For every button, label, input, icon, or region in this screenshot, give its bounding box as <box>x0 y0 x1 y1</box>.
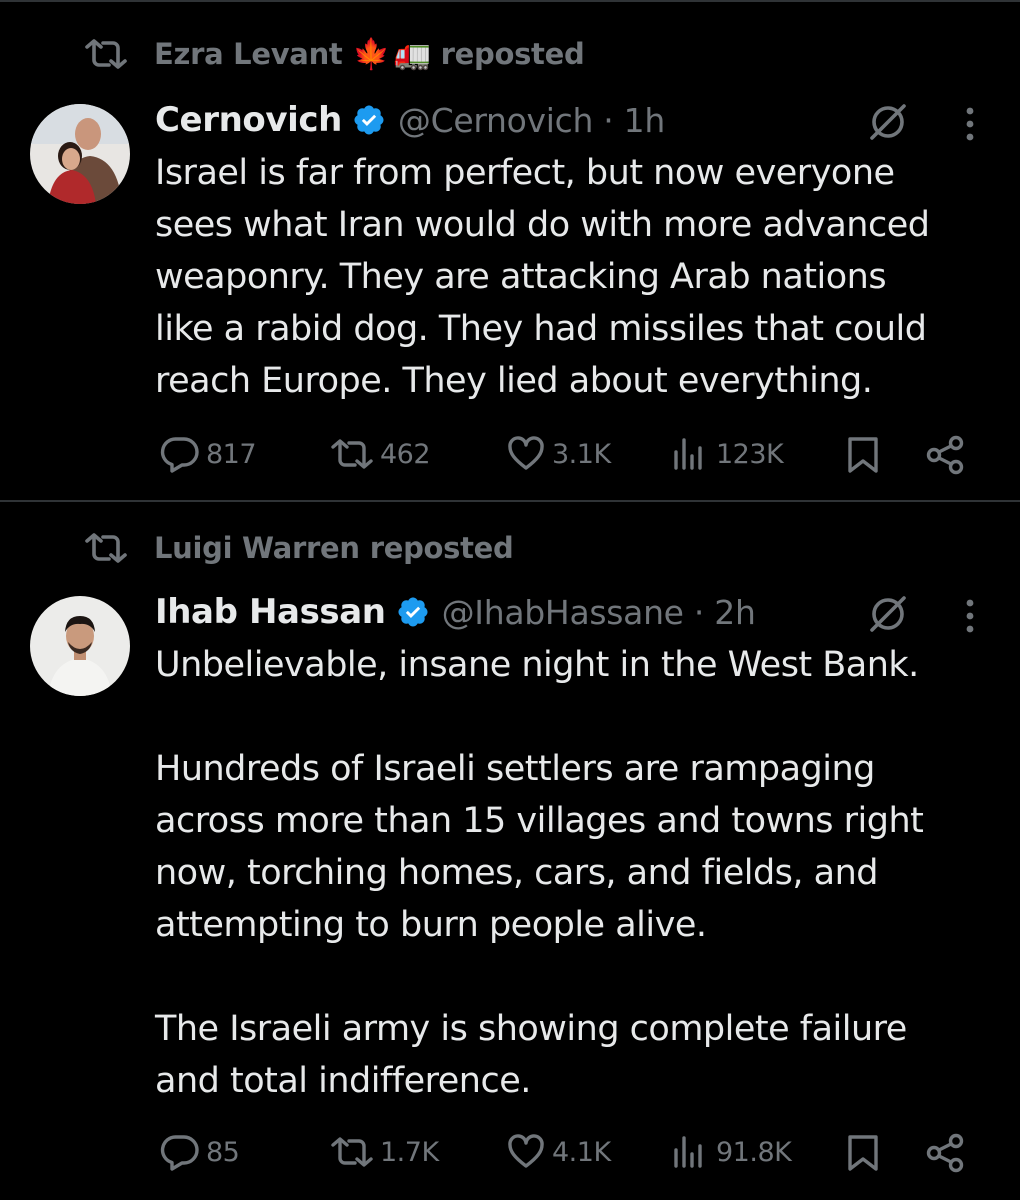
share-icon[interactable] <box>924 434 966 476</box>
maple-leaf-emoji: 🍁 <box>352 36 390 72</box>
verified-icon <box>398 597 428 627</box>
reply-button[interactable]: 817 <box>160 434 257 474</box>
avatar[interactable] <box>30 596 130 696</box>
reply-button[interactable]: 85 <box>160 1132 240 1172</box>
repost-button[interactable]: 1.7K <box>330 1132 439 1172</box>
tweet-text: Unbelievable, insane night in the West B… <box>155 639 985 1107</box>
text-line: weaponry. They are attacking Arab nation… <box>155 257 887 297</box>
grok-icon[interactable] <box>866 100 910 144</box>
handle-and-time[interactable]: @IhabHassane · 2h <box>442 593 756 632</box>
view-count: 91.8K <box>716 1136 792 1168</box>
reply-count: 817 <box>206 438 257 470</box>
tweet[interactable]: Ezra Levant 🍁 🚛 reposted Cernovich @Cern… <box>0 0 1020 502</box>
text-line: Israel is far from perfect, but now ever… <box>155 153 895 193</box>
text-line: attempting to burn people alive. <box>155 905 707 945</box>
truck-emoji: 🚛 <box>393 36 431 72</box>
like-icon <box>508 436 544 470</box>
like-count: 3.1K <box>552 438 611 470</box>
repost-label: reposted <box>440 37 585 71</box>
repost-count: 462 <box>380 438 431 470</box>
like-icon <box>508 1134 544 1168</box>
reply-count: 85 <box>206 1136 240 1168</box>
repost-button[interactable]: 462 <box>330 434 431 474</box>
bookmark-icon[interactable] <box>846 1134 880 1172</box>
author-name[interactable]: Cernovich <box>155 100 342 140</box>
more-icon[interactable] <box>964 598 976 634</box>
text-line: Unbelievable, insane night in the West B… <box>155 645 919 685</box>
text-line: sees what Iran would do with more advanc… <box>155 205 930 245</box>
text-line: Hundreds of Israeli settlers are rampagi… <box>155 749 875 789</box>
text-line: across more than 15 villages and towns r… <box>155 801 924 841</box>
text-line: now, torching homes, cars, and fields, a… <box>155 853 879 893</box>
repost-label: reposted <box>369 531 514 565</box>
reply-icon <box>160 437 199 473</box>
repost-user[interactable]: Ezra Levant <box>154 37 343 71</box>
tweet-text: Israel is far from perfect, but now ever… <box>155 147 985 407</box>
like-count: 4.1K <box>552 1136 611 1168</box>
repost-context[interactable]: Ezra Levant 🍁 🚛 reposted <box>84 34 585 74</box>
repost-user[interactable]: Luigi Warren <box>154 531 360 565</box>
tweet-header: Ihab Hassan @IhabHassane · 2h <box>155 590 756 634</box>
text-line-blank <box>155 951 985 1003</box>
bookmark-icon[interactable] <box>846 436 880 474</box>
verified-icon <box>354 105 384 135</box>
views-icon <box>674 438 702 470</box>
reply-icon <box>160 1135 199 1171</box>
handle-and-time[interactable]: @Cernovich · 1h <box>398 101 665 140</box>
repost-count: 1.7K <box>380 1136 439 1168</box>
view-count: 123K <box>716 438 784 470</box>
tweet-header: Cernovich @Cernovich · 1h <box>155 98 665 142</box>
views-button[interactable]: 91.8K <box>670 1132 792 1172</box>
retweet-icon <box>331 439 373 469</box>
text-line: and total indifference. <box>155 1061 531 1101</box>
retweet-icon <box>331 1137 373 1167</box>
tweet[interactable]: Luigi Warren reposted Ihab Hassan @IhabH… <box>0 502 1020 1200</box>
like-button[interactable]: 4.1K <box>506 1132 611 1172</box>
repost-icon <box>85 39 127 69</box>
avatar-image <box>30 596 130 696</box>
text-line-blank <box>155 691 985 743</box>
author-name[interactable]: Ihab Hassan <box>155 592 386 632</box>
grok-icon[interactable] <box>866 592 910 636</box>
views-button[interactable]: 123K <box>670 434 784 474</box>
repost-icon <box>85 533 127 563</box>
avatar-image <box>30 104 130 204</box>
avatar[interactable] <box>30 104 130 204</box>
views-icon <box>674 1136 702 1168</box>
text-line: The Israeli army is showing complete fai… <box>155 1009 907 1049</box>
repost-context[interactable]: Luigi Warren reposted <box>84 528 514 568</box>
share-icon[interactable] <box>924 1132 966 1174</box>
text-line: like a rabid dog. They had missiles that… <box>155 309 927 349</box>
text-line: reach Europe. They lied about everything… <box>155 361 873 401</box>
more-icon[interactable] <box>964 106 976 142</box>
like-button[interactable]: 3.1K <box>506 434 611 474</box>
